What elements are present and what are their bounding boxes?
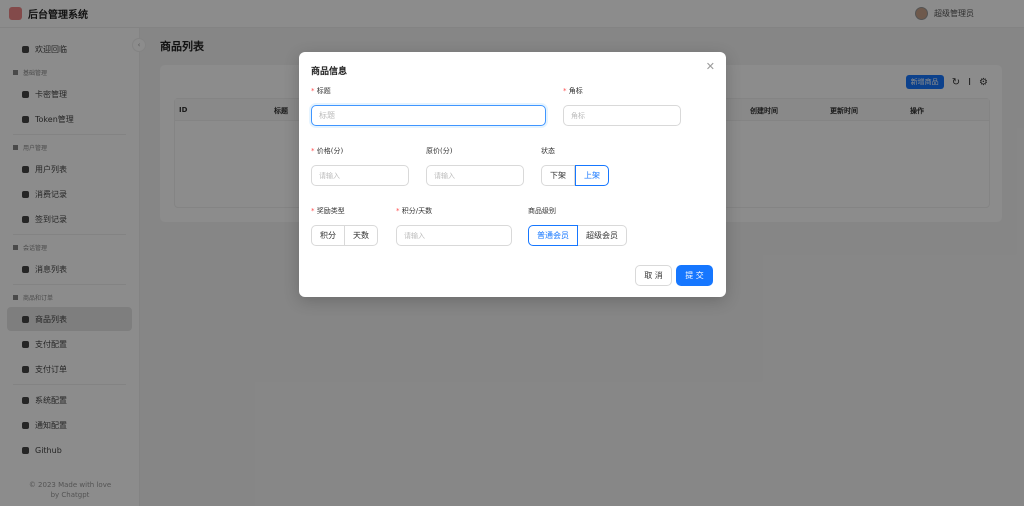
reward-days-option[interactable]: 天数 <box>345 225 378 246</box>
amount-input[interactable]: 请输入 <box>396 225 512 246</box>
status-label: 状态 <box>541 147 555 155</box>
reward-points-option[interactable]: 积分 <box>311 225 345 246</box>
status-on-option[interactable]: 上架 <box>575 165 609 186</box>
submit-button[interactable]: 提 交 <box>676 265 713 286</box>
status-off-option[interactable]: 下架 <box>541 165 575 186</box>
reward-type-segmented: 积分 天数 <box>311 225 378 246</box>
level-segmented: 普通会员 超级会员 <box>528 225 627 246</box>
badge-label: 角标 <box>563 86 583 96</box>
price-label: 价格(分) <box>311 146 343 156</box>
level-super-option[interactable]: 超级会员 <box>578 225 627 246</box>
close-icon[interactable]: ✕ <box>706 60 715 73</box>
modal-title: 商品信息 <box>311 67 348 77</box>
original-price-input[interactable]: 请输入 <box>426 165 524 186</box>
original-price-label: 原价(分) <box>426 147 453 155</box>
title-label: 标题 <box>311 86 331 96</box>
level-normal-option[interactable]: 普通会员 <box>528 225 578 246</box>
cancel-button[interactable]: 取 消 <box>635 265 672 286</box>
amount-label: 积分/天数 <box>396 206 432 216</box>
level-label: 商品级别 <box>528 207 556 215</box>
reward-type-label: 奖励类型 <box>311 206 345 216</box>
product-info-modal: 商品信息 ✕ 标题 标题 角标 角标 价格(分) 请输入 原价(分) 请输入 状… <box>299 52 726 297</box>
title-input[interactable]: 标题 <box>311 105 546 126</box>
price-input[interactable]: 请输入 <box>311 165 409 186</box>
badge-input[interactable]: 角标 <box>563 105 681 126</box>
status-segmented: 下架 上架 <box>541 165 609 186</box>
